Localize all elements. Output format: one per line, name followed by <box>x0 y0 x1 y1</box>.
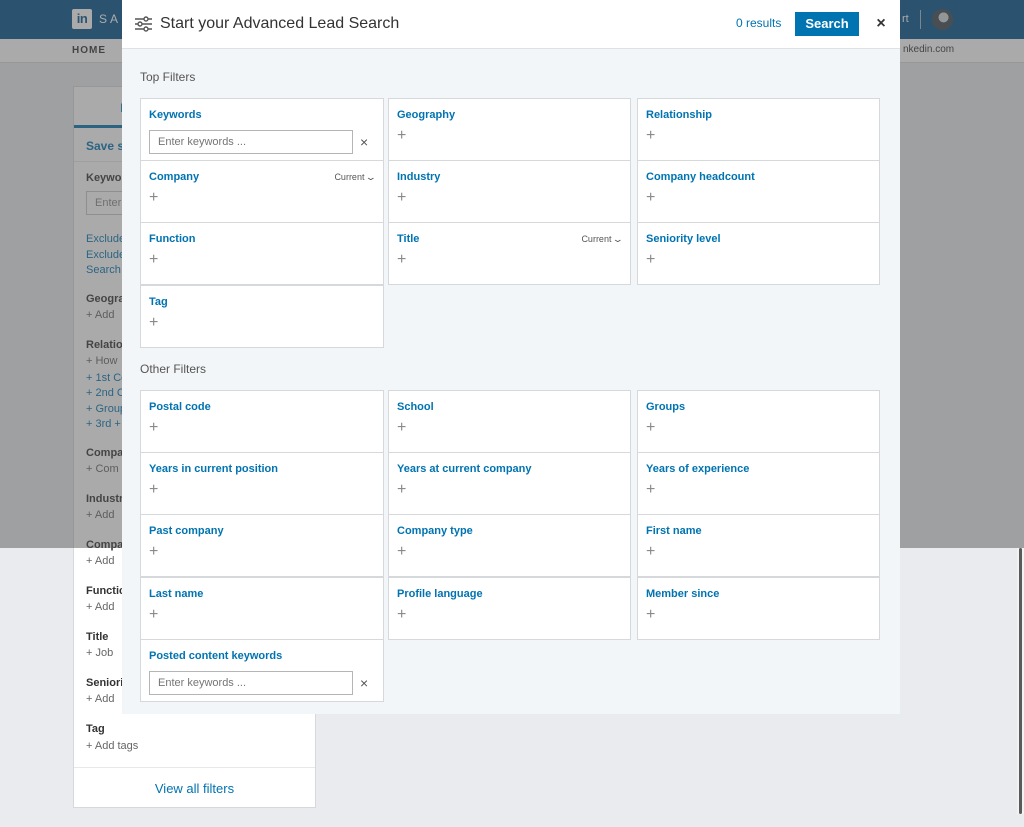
add-seniority-level-icon[interactable]: + <box>646 252 655 268</box>
school-filter-title: School <box>397 401 434 413</box>
company-headcount-add[interactable]: + Add <box>86 555 114 567</box>
years-at-current-company-filter-title: Years at current company <box>397 463 532 475</box>
add-relationship-icon[interactable]: + <box>646 128 655 144</box>
view-all-filters-link[interactable]: View all filters <box>74 767 315 808</box>
years-at-current-company-filter-card[interactable]: Years at current company + <box>388 452 631 515</box>
relationship-filter-card[interactable]: Relationship + <box>637 98 880 161</box>
modal-title: Start your Advanced Lead Search <box>160 15 400 32</box>
keywords-filter-title: Keywords <box>149 109 202 121</box>
results-count: 0 results <box>736 16 782 30</box>
top-filters-heading: Top Filters <box>140 70 196 84</box>
keywords-filter-card: Keywords × <box>140 98 384 161</box>
company-type-filter-title: Company type <box>397 525 473 537</box>
seniority-label: Seniori <box>86 677 124 689</box>
years-of-experience-filter-card[interactable]: Years of experience + <box>637 452 880 515</box>
function-add[interactable]: + Add <box>86 601 114 613</box>
last-name-filter-card[interactable]: Last name + <box>140 577 384 640</box>
add-tag-icon[interactable]: + <box>149 315 158 331</box>
advanced-lead-search-modal: Start your Advanced Lead Search 0 result… <box>122 0 900 714</box>
geography-filter-card[interactable]: Geography + <box>388 98 631 161</box>
title-add[interactable]: + Job <box>86 647 113 659</box>
function-label: Functic <box>86 585 126 597</box>
profile-language-filter-card[interactable]: Profile language + <box>388 577 631 640</box>
tag-add[interactable]: + Add tags <box>86 740 138 752</box>
profile-language-filter-title: Profile language <box>397 588 483 600</box>
years-of-experience-filter-title: Years of experience <box>646 463 750 475</box>
years-in-current-position-filter-card[interactable]: Years in current position + <box>140 452 384 515</box>
member-since-filter-title: Member since <box>646 588 720 600</box>
current-label: Current <box>581 234 612 244</box>
add-function-icon[interactable]: + <box>149 252 158 268</box>
add-postal-code-icon[interactable]: + <box>149 420 158 436</box>
company-filter-card[interactable]: Company Current⌄ + <box>140 160 384 223</box>
add-title-icon[interactable]: + <box>397 252 406 268</box>
industry-filter-title: Industry <box>397 171 441 183</box>
past-company-filter-title: Past company <box>149 525 224 537</box>
add-last-name-icon[interactable]: + <box>149 607 158 623</box>
tag-label: Tag <box>86 723 105 735</box>
title-filter-card[interactable]: Title Current⌄ + <box>388 222 631 285</box>
postal-code-filter-title: Postal code <box>149 401 211 413</box>
postal-code-filter-card[interactable]: Postal code + <box>140 390 384 453</box>
clear-posted-content-keywords-icon[interactable]: × <box>360 675 368 691</box>
add-company-headcount-icon[interactable]: + <box>646 190 655 206</box>
tag-filter-card[interactable]: Tag + <box>140 285 384 348</box>
last-name-filter-title: Last name <box>149 588 204 600</box>
add-first-name-icon[interactable]: + <box>646 544 655 560</box>
add-profile-language-icon[interactable]: + <box>397 607 406 623</box>
add-years-in-current-position-icon[interactable]: + <box>149 482 158 498</box>
add-company-type-icon[interactable]: + <box>397 544 406 560</box>
modal-header: Start your Advanced Lead Search 0 result… <box>122 0 900 49</box>
company-headcount-filter-title: Company headcount <box>646 171 755 183</box>
company-type-filter-card[interactable]: Company type + <box>388 514 631 577</box>
title-filter-title: Title <box>397 233 420 245</box>
add-groups-icon[interactable]: + <box>646 420 655 436</box>
function-filter-card[interactable]: Function + <box>140 222 384 285</box>
chevron-down-icon: ⌄ <box>612 234 625 244</box>
company-filter-title: Company <box>149 171 200 183</box>
years-in-current-position-filter-title: Years in current position <box>149 463 278 475</box>
add-company-icon[interactable]: + <box>149 190 158 206</box>
posted-content-keywords-filter-title: Posted content keywords <box>149 650 283 662</box>
company-current-dropdown[interactable]: Current⌄ <box>334 172 378 183</box>
add-school-icon[interactable]: + <box>397 420 406 436</box>
other-filters-heading: Other Filters <box>140 362 207 376</box>
school-filter-card[interactable]: School + <box>388 390 631 453</box>
first-name-filter-title: First name <box>646 525 702 537</box>
geography-filter-title: Geography <box>397 109 456 121</box>
first-name-filter-card[interactable]: First name + <box>637 514 880 577</box>
add-geography-icon[interactable]: + <box>397 128 406 144</box>
tag-filter-title: Tag <box>149 296 168 308</box>
add-industry-icon[interactable]: + <box>397 190 406 206</box>
add-past-company-icon[interactable]: + <box>149 544 158 560</box>
keywords-input[interactable] <box>149 130 353 154</box>
past-company-filter-card[interactable]: Past company + <box>140 514 384 577</box>
function-filter-title: Function <box>149 233 196 245</box>
posted-content-keywords-input[interactable] <box>149 671 353 695</box>
scrollbar-thumb[interactable] <box>1019 548 1022 814</box>
relationship-filter-title: Relationship <box>646 109 713 121</box>
chevron-down-icon: ⌄ <box>365 172 378 182</box>
add-years-of-experience-icon[interactable]: + <box>646 482 655 498</box>
posted-content-keywords-filter-card: Posted content keywords × <box>140 639 384 702</box>
industry-filter-card[interactable]: Industry + <box>388 160 631 223</box>
close-icon[interactable]: × <box>873 12 889 36</box>
search-button[interactable]: Search <box>795 12 859 36</box>
seniority-add[interactable]: + Add <box>86 693 114 705</box>
title-current-dropdown[interactable]: Current⌄ <box>581 234 625 245</box>
company-headcount-filter-card[interactable]: Company headcount + <box>637 160 880 223</box>
clear-keywords-icon[interactable]: × <box>360 134 368 150</box>
groups-filter-card[interactable]: Groups + <box>637 390 880 453</box>
title-label: Title <box>86 631 109 643</box>
seniority-level-filter-card[interactable]: Seniority level + <box>637 222 880 285</box>
groups-filter-title: Groups <box>646 401 686 413</box>
current-label: Current <box>334 172 365 182</box>
seniority-level-filter-title: Seniority level <box>646 233 721 245</box>
member-since-filter-card[interactable]: Member since + <box>637 577 880 640</box>
add-years-at-current-company-icon[interactable]: + <box>397 482 406 498</box>
filter-sliders-icon <box>135 16 152 32</box>
add-member-since-icon[interactable]: + <box>646 607 655 623</box>
